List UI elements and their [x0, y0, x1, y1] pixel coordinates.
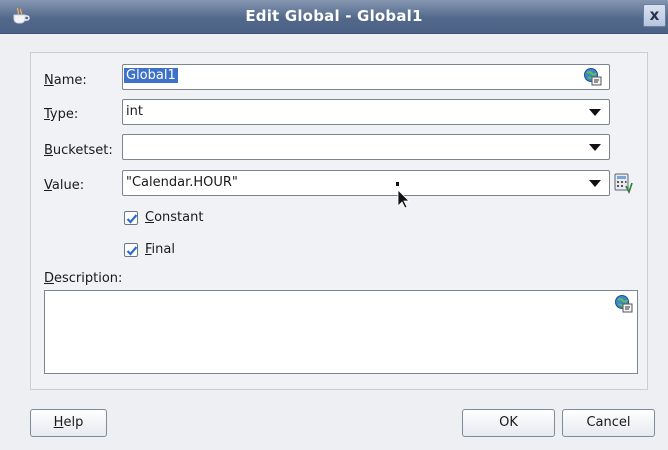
constant-checkbox[interactable] [124, 211, 138, 225]
name-value: Global1 [124, 68, 178, 83]
globe-translate-icon[interactable] [583, 67, 603, 87]
chevron-down-icon [589, 180, 601, 187]
value-text: "Calendar.HOUR" [126, 175, 238, 190]
name-label: Name: [44, 73, 87, 88]
description-label: Description: [44, 271, 123, 286]
value-combobox[interactable]: "Calendar.HOUR" [122, 170, 610, 196]
ok-button[interactable]: OK [462, 409, 555, 437]
bucketset-label: Bucketset: [44, 143, 113, 158]
bucketset-dropdown[interactable] [122, 134, 610, 160]
cancel-button[interactable]: Cancel [562, 409, 655, 437]
type-dropdown[interactable]: int [122, 99, 610, 125]
name-field[interactable]: Global1 [122, 64, 610, 90]
final-label[interactable]: Final [145, 242, 175, 257]
close-button[interactable]: x [643, 4, 666, 27]
type-value: int [126, 104, 143, 119]
title-bar[interactable]: Edit Global - Global1 x [0, 0, 668, 34]
type-label: Type: [44, 107, 79, 122]
expression-builder-icon[interactable] [613, 172, 635, 194]
mouse-cursor-icon [396, 182, 410, 208]
description-textarea[interactable] [44, 290, 638, 374]
value-label: Value: [44, 178, 85, 193]
final-checkbox[interactable] [124, 243, 138, 257]
window-title: Edit Global - Global1 [245, 7, 423, 25]
chevron-down-icon [589, 109, 601, 116]
constant-label[interactable]: Constant [145, 210, 203, 225]
globe-translate-icon[interactable] [614, 294, 634, 314]
help-button[interactable]: Help [30, 409, 107, 437]
checkmark-icon [126, 246, 138, 256]
checkmark-icon [126, 214, 138, 224]
chevron-down-icon [589, 144, 601, 151]
edit-global-dialog: Edit Global - Global1 x Name: Global1 Ty… [0, 0, 668, 450]
